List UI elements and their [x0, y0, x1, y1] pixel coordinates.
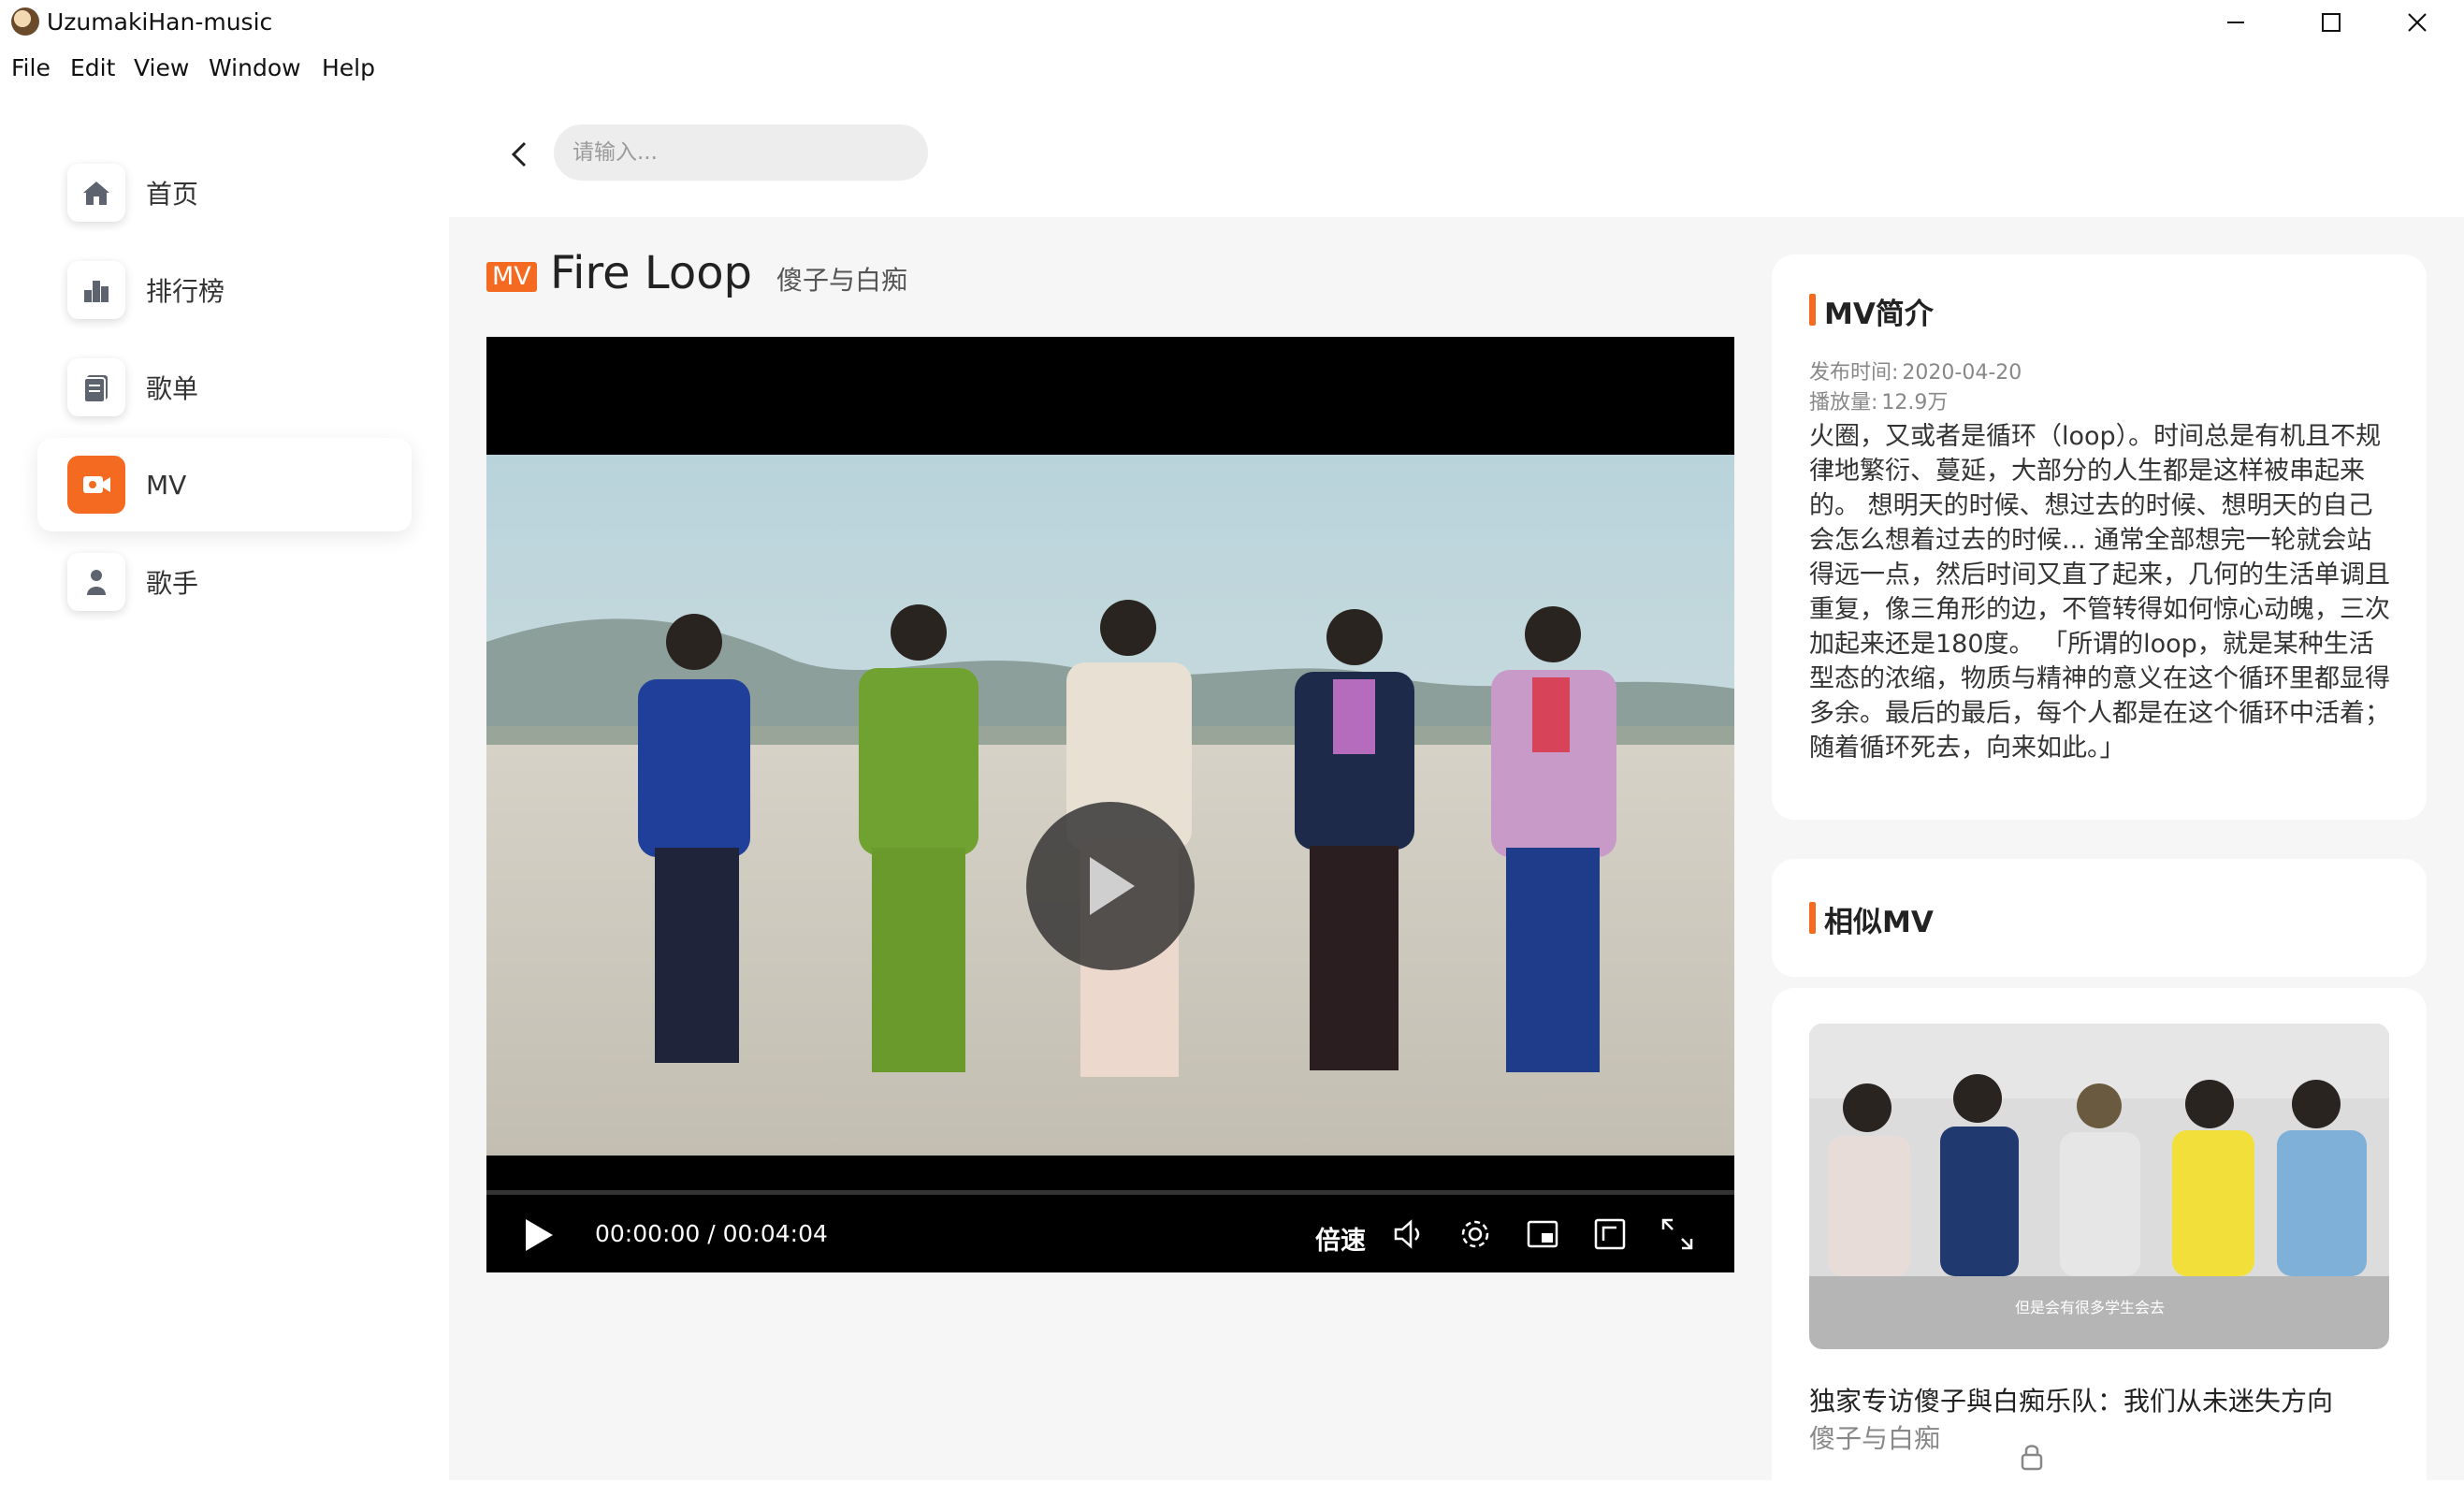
menu-view[interactable]: View: [134, 54, 189, 81]
plays-label: 播放量:: [1809, 391, 1878, 414]
mv-artist-link[interactable]: 傻子与白痴: [776, 260, 907, 298]
mv-intro-card: MV简介 发布时间: 2020-04-20 播放量: 12.9万 火圈，又或者是循环…: [1772, 254, 2427, 820]
title-bar: UzumakiHan-music: [0, 0, 2464, 45]
sidebar: 首页 排行榜 歌单 MV 歌手: [0, 90, 449, 1480]
back-button[interactable]: [496, 131, 543, 178]
sidebar-item-label: 歌手: [146, 568, 199, 599]
minimize-button[interactable]: [2195, 0, 2277, 45]
similar-mv-thumbnail[interactable]: 但是会有很多学生会去: [1809, 1024, 2389, 1349]
home-icon: [67, 164, 125, 222]
maximize-icon: [2322, 13, 2341, 32]
similar-title: 相似MV: [1824, 906, 1934, 939]
picture-in-picture-icon[interactable]: [1525, 1216, 1560, 1252]
video-frame[interactable]: [486, 455, 1734, 1156]
intro-title: MV简介: [1824, 298, 1934, 331]
main-content: MV Fire Loop 傻子与白痴: [449, 90, 2464, 1512]
sidebar-item-mv[interactable]: MV: [37, 438, 412, 531]
video-camera-icon: [67, 456, 125, 514]
settings-gear-icon[interactable]: [1457, 1216, 1493, 1252]
window-title: UzumakiHan-music: [47, 8, 273, 36]
menu-edit[interactable]: Edit: [70, 54, 115, 81]
chart-icon: [67, 261, 125, 319]
lock-icon: [2021, 1445, 2043, 1471]
sidebar-item-label: 排行榜: [146, 276, 225, 307]
mv-badge: MV: [486, 262, 537, 292]
current-time: 00:00:00: [595, 1220, 701, 1247]
plays-count: 12.9万: [1881, 391, 1949, 414]
singer-icon: [67, 553, 125, 611]
publish-label: 发布时间:: [1809, 361, 1899, 385]
play-overlay-button[interactable]: [1026, 802, 1195, 970]
menu-file[interactable]: File: [11, 54, 51, 81]
playback-speed-button[interactable]: 倍速: [1315, 1220, 1366, 1257]
fullscreen-icon[interactable]: [1660, 1216, 1695, 1252]
similar-mv-item[interactable]: 但是会有很多学生会去 独家专访傻子與白痴乐队：我们从未迷失方向 傻子与白痴: [1772, 988, 2427, 1512]
mv-title: Fire Loop: [550, 247, 753, 299]
sidebar-item-label: 歌单: [146, 373, 199, 404]
menu-bar: File Edit View Window Help: [0, 49, 2464, 90]
search-input[interactable]: [554, 124, 928, 181]
similar-mv-title[interactable]: 独家专访傻子與白痴乐队：我们从未迷失方向: [1809, 1381, 2333, 1418]
minimize-icon: [2227, 22, 2244, 23]
playlist-icon: [67, 358, 125, 416]
time-separator: /: [700, 1220, 723, 1247]
video-player[interactable]: 00:00:00 / 00:04:04 倍速: [486, 337, 1734, 1272]
title-accent-bar: [1809, 294, 1816, 326]
menu-help[interactable]: Help: [322, 54, 375, 81]
menu-window[interactable]: Window: [209, 54, 301, 81]
time-display: 00:00:00 / 00:04:04: [595, 1220, 828, 1247]
top-bar: [449, 90, 2464, 217]
sidebar-item-singers[interactable]: 歌手: [37, 535, 412, 629]
similar-mv-artist[interactable]: 傻子与白痴: [1809, 1418, 1940, 1456]
play-icon: [1090, 857, 1135, 915]
close-icon: [2408, 13, 2427, 32]
sidebar-item-label: MV: [146, 469, 187, 501]
progress-bar[interactable]: [486, 1190, 1734, 1195]
app-logo-icon: [11, 7, 39, 36]
volume-icon[interactable]: [1390, 1216, 1426, 1252]
close-button[interactable]: [2376, 0, 2458, 45]
publish-info: 发布时间: 2020-04-20: [1809, 356, 2022, 385]
publish-date: 2020-04-20: [1902, 361, 2022, 385]
similar-mv-header-card: 相似MV: [1772, 859, 2427, 977]
duration: 00:04:04: [722, 1220, 828, 1247]
sidebar-item-playlists[interactable]: 歌单: [37, 341, 412, 434]
sidebar-item-home[interactable]: 首页: [37, 146, 412, 240]
plays-info: 播放量: 12.9万: [1809, 385, 1948, 415]
web-fullscreen-icon[interactable]: [1592, 1216, 1628, 1252]
sidebar-item-label: 首页: [146, 179, 199, 210]
maximize-button[interactable]: [2290, 0, 2372, 45]
title-accent-bar: [1809, 902, 1816, 934]
play-button[interactable]: [522, 1216, 556, 1254]
mv-description: 火圈，又或者是循环（loop）。时间总是有机且不规律地繁衍、蔓延，大部分的人生都…: [1809, 422, 2390, 763]
thumbnail-subtitle: 但是会有很多学生会去: [2015, 1299, 2166, 1316]
chevron-left-icon: [511, 141, 527, 167]
sidebar-item-charts[interactable]: 排行榜: [37, 243, 412, 337]
